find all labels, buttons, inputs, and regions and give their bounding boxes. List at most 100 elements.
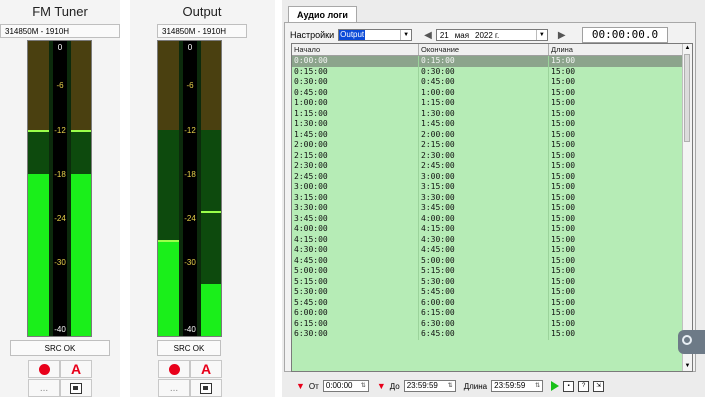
export-icon[interactable]: ⇲	[593, 380, 605, 392]
meter-peak-marker	[28, 130, 49, 132]
save-icon[interactable]: ▪	[563, 380, 575, 392]
table-row[interactable]: 0:15:00 0:30:00 15:00	[292, 66, 685, 77]
cell-length: 15:00	[549, 297, 685, 308]
table-row[interactable]: 2:15:00 2:30:00 15:00	[292, 150, 685, 161]
settings-select[interactable]: Output ▼	[338, 29, 413, 41]
to-label: До	[389, 381, 400, 391]
spin-arrows-icon[interactable]: ⇅	[361, 380, 366, 392]
spin-arrows-icon[interactable]: ⇅	[448, 380, 453, 392]
cell-start: 5:00:00	[292, 266, 419, 277]
table-row[interactable]: 4:30:00 4:45:00 15:00	[292, 245, 685, 256]
meter-dim-zone	[28, 41, 49, 130]
vertical-scrollbar[interactable]: ▲ ▼	[682, 44, 692, 371]
table-row[interactable]: 0:30:00 0:45:00 15:00	[292, 77, 685, 88]
table-row[interactable]: 5:45:00 6:00:00 15:00	[292, 297, 685, 308]
cell-start: 3:00:00	[292, 182, 419, 193]
cell-length: 15:00	[549, 87, 685, 98]
record-button[interactable]	[158, 360, 190, 378]
column-header-end[interactable]: Окончание	[419, 44, 549, 55]
ring-icon	[682, 335, 692, 345]
table-row[interactable]: 1:15:00 1:30:00 15:00	[292, 108, 685, 119]
frequency-label: 314850M - 1910H	[0, 24, 120, 38]
text-button[interactable]: A	[190, 360, 222, 378]
cell-length: 15:00	[549, 203, 685, 214]
audio-logs-area: Аудио логи Настройки Output ▼ ◀ 21 мая 2…	[282, 0, 705, 397]
more-button[interactable]: ...	[28, 379, 60, 397]
table-row[interactable]: 6:30:00 6:45:00 15:00	[292, 329, 685, 340]
cell-start: 0:45:00	[292, 87, 419, 98]
cell-end: 2:15:00	[419, 140, 549, 151]
table-row[interactable]: 3:15:00 3:30:00 15:00	[292, 192, 685, 203]
cell-start: 4:30:00	[292, 245, 419, 256]
from-time-field[interactable]: 0:00:00 ⇅	[322, 380, 369, 392]
chevron-down-icon: ▼	[535, 30, 547, 40]
cell-end: 3:15:00	[419, 182, 549, 193]
cell-end: 2:30:00	[419, 150, 549, 161]
table-row[interactable]: 3:45:00 4:00:00 15:00	[292, 213, 685, 224]
table-row[interactable]: 3:00:00 3:15:00 15:00	[292, 182, 685, 193]
table-row[interactable]: 4:15:00 4:30:00 15:00	[292, 234, 685, 245]
meter-level-fill	[71, 174, 91, 336]
from-label: От	[308, 381, 319, 391]
table-row[interactable]: 1:45:00 2:00:00 15:00	[292, 129, 685, 140]
table-row[interactable]: 4:00:00 4:15:00 15:00	[292, 224, 685, 235]
db-tick-label: 0	[57, 43, 63, 52]
db-tick-label: -18	[54, 170, 66, 179]
cell-start: 3:15:00	[292, 192, 419, 203]
cell-length: 15:00	[549, 266, 685, 277]
scrollbar-thumb[interactable]	[684, 54, 690, 142]
cell-length: 15:00	[549, 98, 685, 109]
date-day: 21	[439, 30, 449, 40]
cell-end: 4:00:00	[419, 213, 549, 224]
window-button[interactable]	[60, 379, 92, 397]
meter-dim-zone	[71, 41, 91, 130]
scroll-up-icon[interactable]: ▲	[683, 44, 692, 53]
panel-title: FM Tuner	[32, 4, 88, 19]
cell-length: 15:00	[549, 234, 685, 245]
cell-length: 15:00	[549, 245, 685, 256]
cell-end: 3:00:00	[419, 171, 549, 182]
scroll-down-icon[interactable]: ▼	[683, 362, 692, 371]
next-day-icon[interactable]: ▶	[558, 30, 566, 41]
column-header-start[interactable]: Начало	[292, 44, 419, 55]
more-button[interactable]: ...	[158, 379, 190, 397]
column-header-length[interactable]: Длина	[549, 44, 685, 55]
fm-tuner-panel: FM Tuner 314850M - 1910H 0 -6 -12 -18 -24 -30…	[0, 0, 120, 397]
table-row[interactable]: 6:00:00 6:15:00 15:00	[292, 308, 685, 319]
record-button[interactable]	[28, 360, 60, 378]
date-picker[interactable]: 21 мая 2022 г. ▼	[435, 29, 548, 41]
cell-start: 3:45:00	[292, 213, 419, 224]
table-row[interactable]: 0:00:00 0:15:00 15:00	[292, 56, 685, 67]
table-row[interactable]: 3:30:00 3:45:00 15:00	[292, 203, 685, 214]
src-status: SRC OK	[10, 340, 110, 356]
window-icon	[200, 382, 212, 394]
table-row[interactable]: 5:15:00 5:30:00 15:00	[292, 276, 685, 287]
cell-start: 5:45:00	[292, 297, 419, 308]
to-time-field[interactable]: 23:59:59 ⇅	[403, 380, 456, 392]
table-row[interactable]: 4:45:00 5:00:00 15:00	[292, 255, 685, 266]
help-icon[interactable]: ?	[578, 380, 590, 392]
cell-start: 1:45:00	[292, 129, 419, 140]
table-row[interactable]: 2:30:00 2:45:00 15:00	[292, 161, 685, 172]
output-panel: Output 314850M - 1910H 0 -6 -12 -18 -24 -30 -4…	[130, 0, 275, 397]
table-row[interactable]: 2:45:00 3:00:00 15:00	[292, 171, 685, 182]
table-row[interactable]: 1:00:00 1:15:00 15:00	[292, 98, 685, 109]
length-field[interactable]: 23:59:59 ⇅	[491, 380, 544, 392]
table-row[interactable]: 2:00:00 2:15:00 15:00	[292, 140, 685, 151]
spin-arrows-icon[interactable]: ⇅	[535, 380, 540, 392]
side-panel-handle[interactable]	[678, 330, 705, 354]
text-button[interactable]: A	[60, 360, 92, 378]
table-row[interactable]: 6:15:00 6:30:00 15:00	[292, 318, 685, 329]
record-icon	[38, 363, 50, 375]
table-row[interactable]: 0:45:00 1:00:00 15:00	[292, 87, 685, 98]
table-row[interactable]: 5:30:00 5:45:00 15:00	[292, 287, 685, 298]
play-icon[interactable]	[551, 381, 560, 391]
prev-day-icon[interactable]: ◀	[424, 30, 432, 41]
table-row[interactable]: 5:00:00 5:15:00 15:00	[292, 266, 685, 277]
table-row[interactable]: 1:30:00 1:45:00 15:00	[292, 119, 685, 130]
cell-end: 0:45:00	[419, 77, 549, 88]
tab-audio-logs[interactable]: Аудио логи	[288, 6, 357, 23]
cell-length: 15:00	[549, 150, 685, 161]
window-button[interactable]	[190, 379, 222, 397]
cell-end: 0:15:00	[419, 56, 549, 67]
